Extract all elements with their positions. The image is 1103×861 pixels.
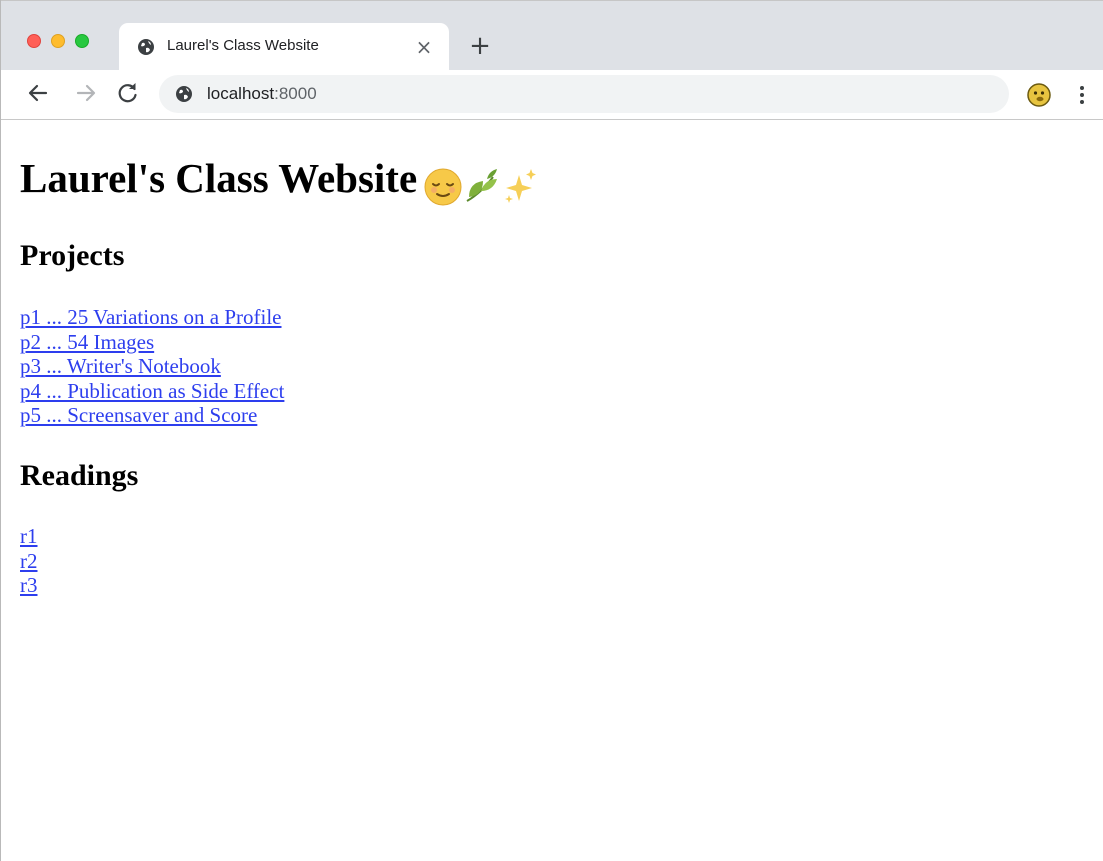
list-item: r2 (20, 549, 38, 574)
page-title: Laurel's Class Website (20, 154, 537, 207)
projects-list: p1 ... 25 Variations on a Profile p2 ...… (20, 305, 284, 428)
reading-link-r2[interactable]: r2 (20, 549, 38, 573)
page-content: Laurel's Class Website Projects p1 ... 2… (1, 121, 1103, 861)
list-item: p5 ... Screensaver and Score (20, 403, 284, 428)
reading-link-r1[interactable]: r1 (20, 524, 38, 548)
back-arrow-icon[interactable] (25, 80, 51, 106)
project-link-p3[interactable]: p3 ... Writer's Notebook (20, 354, 221, 378)
list-item: p3 ... Writer's Notebook (20, 354, 284, 379)
globe-icon (138, 39, 154, 55)
address-bar[interactable]: localhost:8000 (159, 75, 1009, 113)
window-minimize-button[interactable] (51, 34, 65, 48)
url-port: :8000 (274, 84, 317, 103)
list-item: r1 (20, 524, 38, 549)
profile-avatar-icon[interactable] (1027, 83, 1051, 107)
browser-window: Laurel's Class Website × + localhost:800… (0, 0, 1103, 861)
list-item: p1 ... 25 Variations on a Profile (20, 305, 284, 330)
herb-emoji-icon (466, 168, 498, 202)
projects-heading: Projects (20, 239, 125, 272)
readings-heading: Readings (20, 459, 139, 492)
tab-strip: Laurel's Class Website × + (1, 0, 1103, 71)
window-zoom-button[interactable] (75, 34, 89, 48)
tab-title: Laurel's Class Website (167, 37, 319, 54)
readings-list: r1 r2 r3 (20, 524, 38, 598)
reading-link-r3[interactable]: r3 (20, 573, 38, 597)
new-tab-button[interactable]: + (467, 33, 493, 59)
project-link-p2[interactable]: p2 ... 54 Images (20, 330, 154, 354)
project-link-p1[interactable]: p1 ... 25 Variations on a Profile (20, 305, 282, 329)
list-item: p2 ... 54 Images (20, 330, 284, 355)
sparkles-emoji-icon (505, 168, 537, 203)
project-link-p4[interactable]: p4 ... Publication as Side Effect (20, 379, 284, 403)
page-title-text: Laurel's Class Website (20, 155, 418, 201)
list-item: r3 (20, 573, 38, 598)
browser-tab-active[interactable]: Laurel's Class Website × (119, 23, 449, 71)
browser-toolbar: localhost:8000 (1, 70, 1103, 120)
address-url: localhost:8000 (207, 84, 317, 104)
tab-close-button[interactable]: × (413, 36, 435, 58)
window-close-button[interactable] (27, 34, 41, 48)
relieved-face-emoji-icon (424, 168, 462, 206)
url-host: localhost (207, 84, 275, 103)
forward-arrow-icon[interactable] (73, 80, 99, 106)
reload-icon[interactable] (115, 80, 141, 106)
kebab-menu-icon[interactable] (1075, 82, 1089, 108)
project-link-p5[interactable]: p5 ... Screensaver and Score (20, 403, 257, 427)
title-emojis (423, 158, 537, 207)
list-item: p4 ... Publication as Side Effect (20, 379, 284, 404)
globe-icon (176, 86, 192, 102)
